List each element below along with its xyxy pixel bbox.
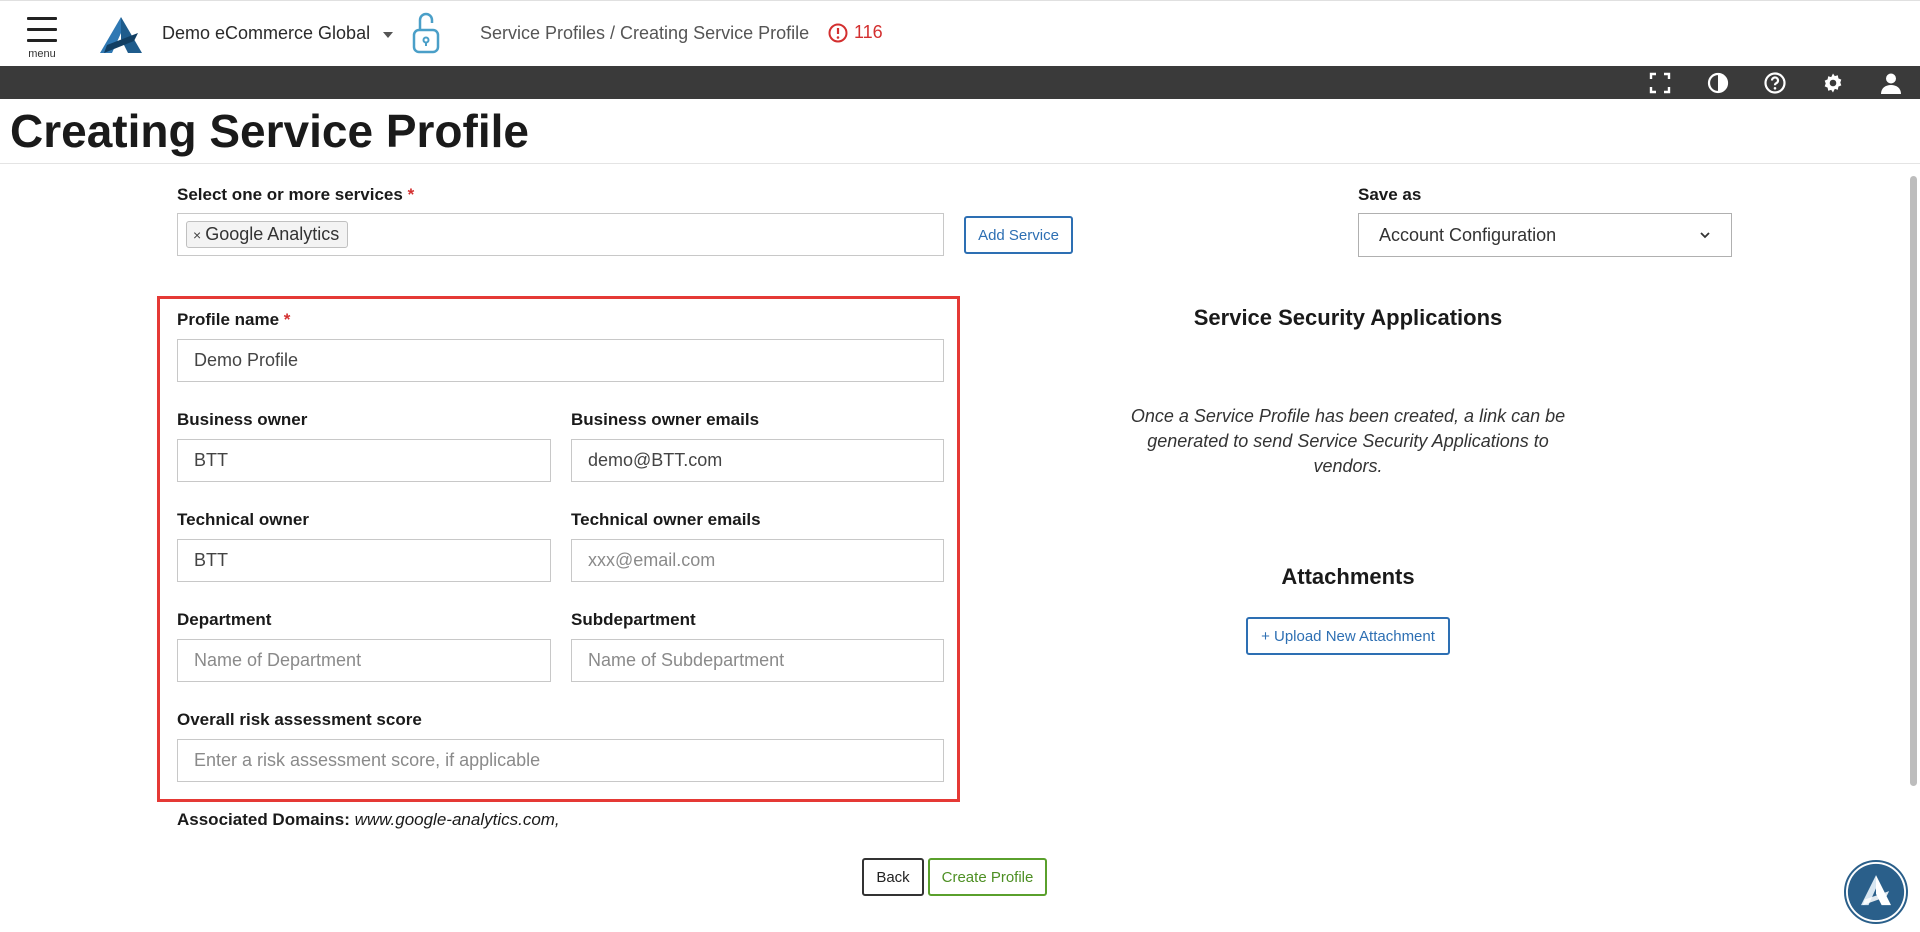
help-icon[interactable] xyxy=(1763,71,1787,95)
brand-logo-icon[interactable] xyxy=(98,15,144,55)
save-as-select[interactable]: Account Configuration xyxy=(1358,213,1732,257)
back-button[interactable]: Back xyxy=(862,858,924,896)
technical-owner-emails-label: Technical owner emails xyxy=(571,510,761,529)
services-multiselect[interactable]: × Google Analytics xyxy=(177,213,944,256)
settings-icon[interactable] xyxy=(1821,71,1845,95)
technical-owner-input[interactable] xyxy=(177,539,551,582)
menu-label: menu xyxy=(28,48,56,60)
services-label: Select one or more services * xyxy=(177,185,414,205)
help-chat-button[interactable] xyxy=(1844,860,1908,924)
page-title: Creating Service Profile xyxy=(10,105,529,157)
save-as-label: Save as xyxy=(1358,185,1422,204)
associated-domains-label: Associated Domains: xyxy=(177,810,350,829)
contrast-icon[interactable] xyxy=(1706,71,1730,95)
required-mark: * xyxy=(283,310,291,329)
create-profile-button[interactable]: Create Profile xyxy=(928,858,1047,896)
breadcrumb: Service Profiles / Creating Service Prof… xyxy=(480,23,810,43)
remove-chip-icon[interactable]: × xyxy=(193,227,201,243)
subdepartment-input[interactable] xyxy=(571,639,944,682)
chevron-down-icon xyxy=(1700,232,1710,239)
utility-toolbar xyxy=(0,66,1920,99)
unlocked-icon[interactable] xyxy=(410,10,442,56)
risk-score-label: Overall risk assessment score xyxy=(177,710,422,729)
alert-count: 116 xyxy=(854,22,883,42)
technical-owner-label: Technical owner xyxy=(177,510,309,529)
menu-button[interactable]: menu xyxy=(24,13,60,63)
profile-name-label: Profile name * xyxy=(177,310,290,330)
brand-logo-icon xyxy=(1847,863,1905,921)
hamburger-icon-bar xyxy=(27,39,57,42)
top-header: menu Demo eCommerce Global Service Profi… xyxy=(0,0,1920,66)
upload-attachment-button[interactable]: + Upload New Attachment xyxy=(1246,617,1450,655)
title-divider xyxy=(0,163,1920,164)
business-owner-input[interactable] xyxy=(177,439,551,482)
alert-indicator[interactable]: 116 xyxy=(828,22,883,43)
associated-domains-value: www.google-analytics.com, xyxy=(354,810,560,829)
page-scrollbar[interactable] xyxy=(1910,176,1917,786)
business-owner-emails-input[interactable] xyxy=(571,439,944,482)
subdepartment-label: Subdepartment xyxy=(571,610,696,629)
technical-owner-emails-input[interactable] xyxy=(571,539,944,582)
security-description: Once a Service Profile has been created,… xyxy=(1130,406,1566,476)
required-mark: * xyxy=(407,185,415,204)
services-label-text: Select one or more services xyxy=(177,185,403,204)
save-as-value: Account Configuration xyxy=(1379,224,1557,245)
security-heading: Service Security Applications xyxy=(1193,305,1503,330)
department-label: Department xyxy=(177,610,272,629)
user-icon[interactable] xyxy=(1879,71,1903,95)
fullscreen-icon[interactable] xyxy=(1648,71,1672,95)
hamburger-icon xyxy=(27,17,57,20)
org-name[interactable]: Demo eCommerce Global xyxy=(162,23,370,44)
attachments-heading: Attachments xyxy=(1281,564,1415,589)
risk-score-input[interactable] xyxy=(177,739,944,782)
org-dropdown-chevron-icon[interactable] xyxy=(383,32,393,38)
business-owner-emails-label: Business owner emails xyxy=(571,410,760,429)
business-owner-label: Business owner xyxy=(177,410,308,429)
service-chip-label: Google Analytics xyxy=(205,224,340,244)
associated-domains: Associated Domains: www.google-analytics… xyxy=(177,810,560,830)
hamburger-icon-bar xyxy=(27,28,57,31)
service-chip: × Google Analytics xyxy=(186,221,349,248)
alert-icon xyxy=(828,23,848,42)
department-input[interactable] xyxy=(177,639,551,682)
profile-name-input[interactable] xyxy=(177,339,944,382)
add-service-button[interactable]: Add Service xyxy=(964,216,1073,254)
profile-name-label-text: Profile name xyxy=(177,310,280,329)
